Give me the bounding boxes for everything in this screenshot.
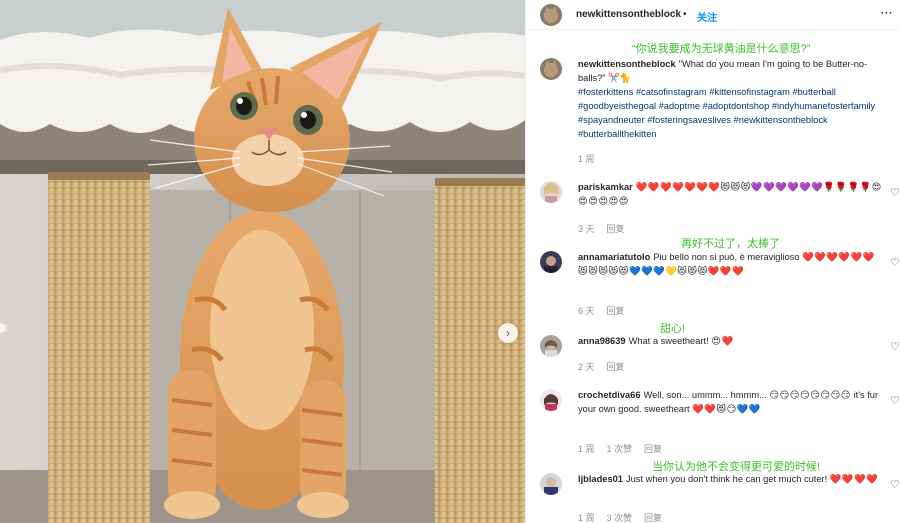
comment-time[interactable]: 1 周 (578, 513, 595, 523)
comment-username[interactable]: pariskamkar (578, 182, 633, 192)
comment-reply-button[interactable]: 回复 (607, 306, 625, 316)
comment-translation: 再好不过了，太棒了 (681, 238, 780, 250)
comment-emojis: ❤️❤️❤️❤️ (829, 474, 879, 484)
comment-meta: 1 周 3 次赞 回复 (578, 511, 674, 523)
comment-meta: 6 天 回复 (578, 304, 637, 317)
comment-like-heart-icon[interactable]: ♡ (890, 478, 900, 491)
kitten-photo (0, 0, 525, 523)
comment-username[interactable]: anna98639 (578, 336, 626, 346)
comment-reply-button[interactable]: 回复 (607, 224, 625, 234)
comment-avatar[interactable] (540, 389, 562, 411)
comment: pariskamkar ❤️❤️❤️❤️❤️❤️❤️😻😻😻💜💜💜💜💜💜🌹🌹🌹🌹😍😍… (578, 180, 883, 208)
comment-meta: 1 周 1 次赞 回复 (578, 442, 674, 455)
comment-text: What a sweetheart! (628, 336, 709, 346)
post-details-panel: newkittensontheblock • 关注 ⋯ “你说我要成为无球黄油是… (525, 0, 900, 523)
caption-time[interactable]: 1 周 (578, 154, 595, 164)
comment-emojis-continued: ❤️❤️😻😏💙💙 (692, 404, 761, 414)
comment-like-heart-icon[interactable]: ♡ (890, 394, 900, 407)
comment-text: Just when you don't think he can get muc… (625, 474, 828, 484)
comment-likes-count[interactable]: 3 次赞 (607, 513, 633, 523)
comment: crochetdiva66 Well, son... ummm... hmmm..… (578, 388, 883, 416)
comment-avatar[interactable] (540, 473, 562, 495)
comment-username[interactable]: ljblades01 (578, 474, 623, 484)
comment-username[interactable]: crochetdiva66 (578, 390, 641, 400)
comment-time[interactable]: 2 天 (578, 362, 595, 372)
follow-button[interactable]: 关注 (697, 9, 717, 24)
comment-like-heart-icon[interactable]: ♡ (890, 340, 900, 353)
comment-username[interactable]: annamariatutolo (578, 252, 650, 262)
caption-username[interactable]: newkittensontheblock (578, 59, 676, 69)
author-username[interactable]: newkittensontheblock (576, 9, 681, 20)
header-separator: • (683, 9, 687, 20)
caption-meta: 1 周 (578, 152, 607, 165)
comment: ljblades01 Just when you don't think he c… (578, 472, 883, 486)
comment-emojis: 😍❤️ (711, 336, 734, 346)
next-image-button[interactable]: › (498, 323, 518, 343)
comment-emojis: 😏😏😏😏😏😏😏😏 (769, 390, 851, 400)
caption-translation: “你说我要成为无球黄油是什么意思?” (632, 43, 811, 55)
author-avatar[interactable] (540, 4, 562, 26)
comment-reply-button[interactable]: 回复 (644, 444, 662, 454)
comment-avatar[interactable] (540, 335, 562, 357)
caption-author-avatar[interactable] (540, 58, 562, 80)
comment-time[interactable]: 6 天 (578, 306, 595, 316)
comment-meta: 3 天 回复 (578, 222, 637, 235)
more-options-icon[interactable]: ⋯ (880, 5, 894, 21)
comment-time[interactable]: 1 周 (578, 444, 595, 454)
post-photo[interactable]: › (0, 0, 525, 523)
comment-like-heart-icon[interactable]: ♡ (890, 186, 900, 199)
comment: anna98639 What a sweetheart! 😍❤️ (578, 334, 883, 348)
comment-reply-button[interactable]: 回复 (607, 362, 625, 372)
comment-text: Piu bello non si può, è meraviglioso (653, 252, 800, 262)
comment-likes-count[interactable]: 1 次赞 (607, 444, 633, 454)
comment: annamariatutolo Piu bello non si può, è m… (578, 250, 883, 278)
comment-meta: 2 天 回复 (578, 360, 637, 373)
comment-time[interactable]: 3 天 (578, 224, 595, 234)
post-header: newkittensontheblock • 关注 ⋯ (526, 0, 900, 30)
comment-avatar[interactable] (540, 251, 562, 273)
comment-reply-button[interactable]: 回复 (644, 513, 662, 523)
comment-like-heart-icon[interactable]: ♡ (890, 256, 900, 269)
post-caption: newkittensontheblock "What do you mean I'… (578, 57, 883, 141)
caption-hashtags[interactable]: #fosterkittens #catsofinstagram #kittens… (578, 85, 883, 141)
comment-avatar[interactable] (540, 181, 562, 203)
comment-text: Well, son... ummm... hmmm... (643, 390, 767, 400)
